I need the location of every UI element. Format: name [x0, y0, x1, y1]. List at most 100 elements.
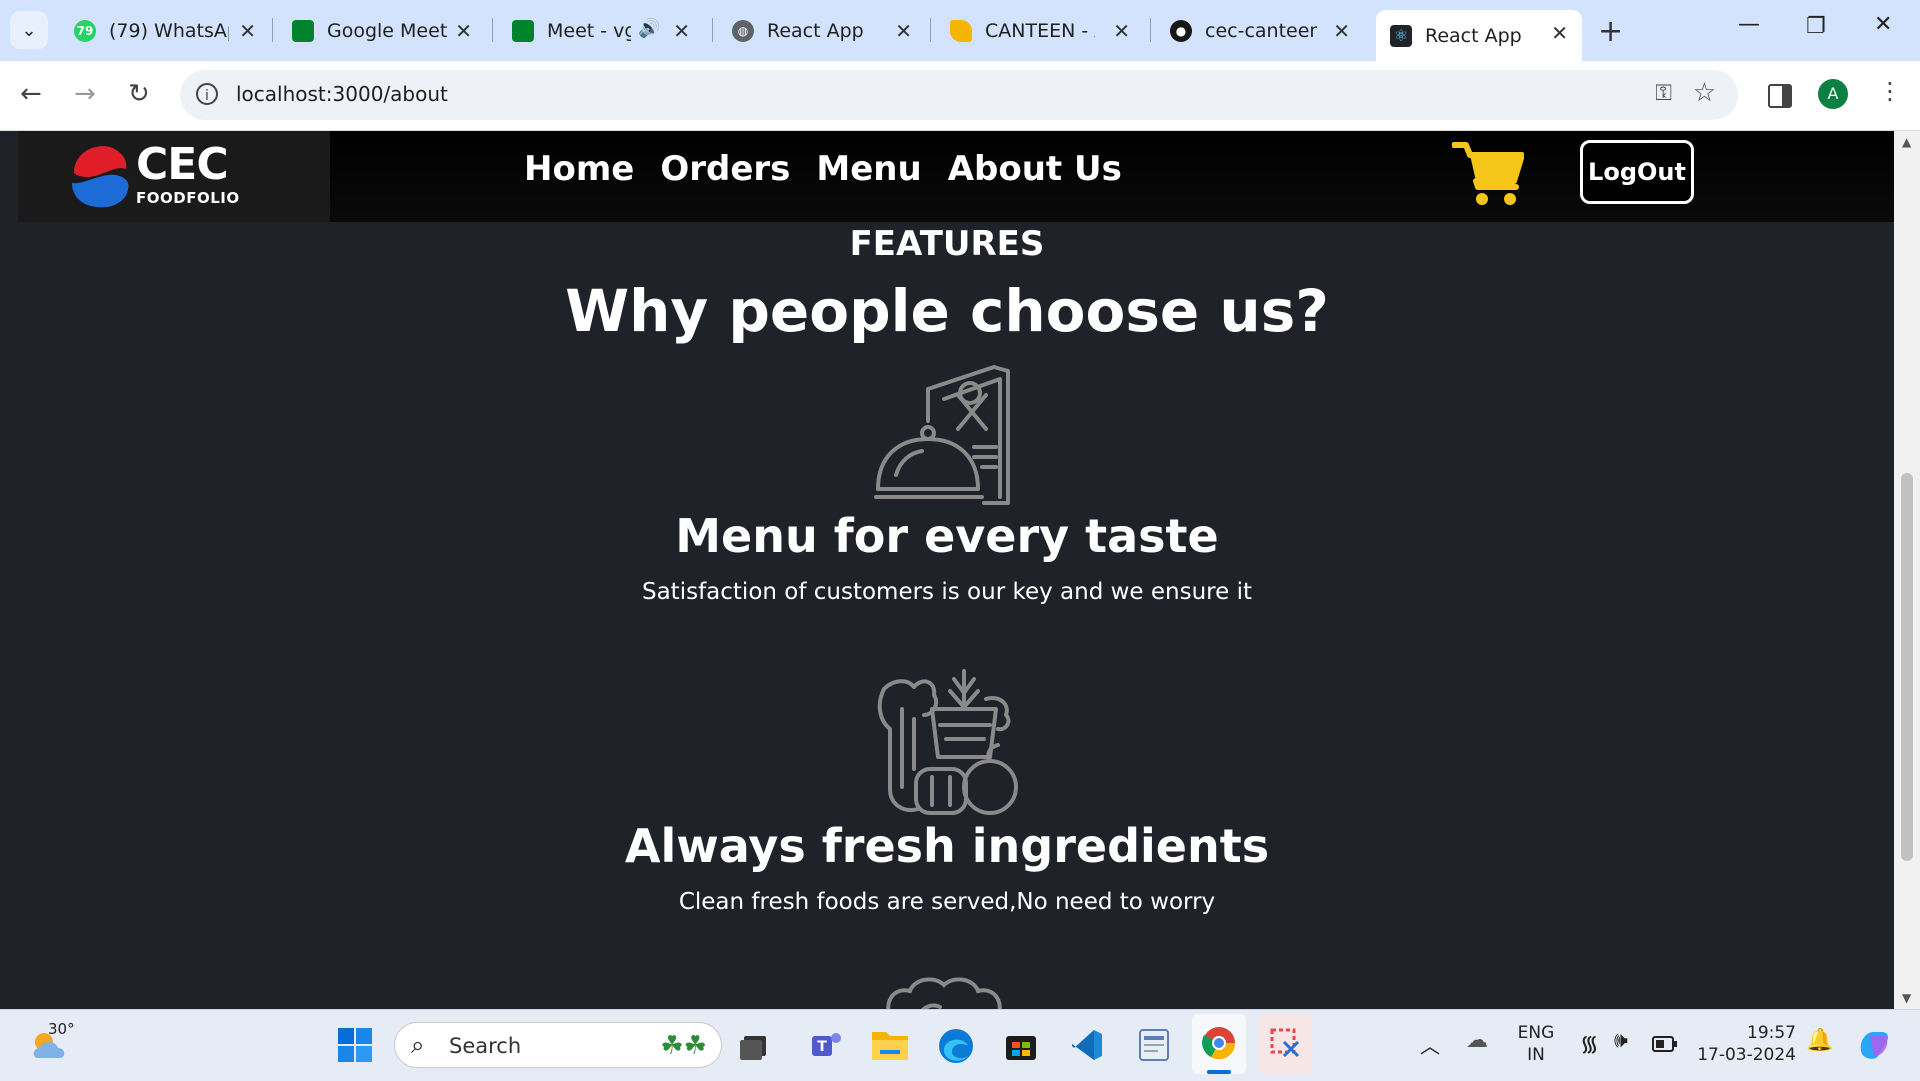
- scrollbar-thumb[interactable]: [1901, 473, 1913, 861]
- profile-avatar[interactable]: A: [1818, 79, 1848, 109]
- speaker-icon[interactable]: 🔊: [638, 18, 660, 39]
- url-text[interactable]: localhost:3000/about: [236, 82, 448, 106]
- nav-orders[interactable]: Orders: [660, 149, 790, 189]
- region-code: IN: [1527, 1045, 1545, 1065]
- tab-title: React App: [767, 19, 864, 42]
- logout-button[interactable]: LogOut: [1580, 140, 1694, 204]
- file-explorer-icon[interactable]: [872, 1028, 908, 1060]
- tab-react-app-active[interactable]: ⚛ React App ✕: [1376, 10, 1582, 61]
- more-menu-icon[interactable]: ⋮: [1878, 77, 1902, 105]
- side-panel-icon[interactable]: [1768, 84, 1792, 108]
- vscode-icon[interactable]: [1070, 1028, 1104, 1062]
- volume-icon[interactable]: 🕪: [1614, 1028, 1628, 1053]
- tab-meet-vg[interactable]: Meet - vg 🔊 ✕: [498, 8, 704, 53]
- nav-about-us[interactable]: About Us: [948, 149, 1122, 189]
- windows-start-icon[interactable]: [338, 1028, 372, 1062]
- tab-title: Google Meet: [327, 19, 447, 42]
- globe-icon: ◍: [732, 19, 754, 42]
- tab-search-button[interactable]: ⌄: [10, 11, 48, 49]
- app-navbar: CEC FOODFOLIO Home Orders Menu About Us …: [18, 131, 1894, 222]
- cart-icon[interactable]: [1452, 141, 1524, 207]
- document-app-icon[interactable]: [1138, 1028, 1170, 1062]
- clock[interactable]: 19:57 17-03-2024: [1696, 1022, 1796, 1066]
- close-icon[interactable]: ✕: [673, 19, 690, 43]
- minimize-icon[interactable]: —: [1738, 12, 1760, 37]
- page-heading: Why people choose us?: [565, 277, 1329, 345]
- search-icon: ⌕: [411, 1031, 425, 1059]
- reload-icon[interactable]: ↻: [128, 79, 150, 109]
- taskbar-search[interactable]: ⌕ Search ☘☘: [394, 1022, 722, 1068]
- weather-temperature: 30°: [48, 1020, 75, 1038]
- edge-icon[interactable]: [938, 1028, 974, 1064]
- battery-icon[interactable]: [1652, 1036, 1678, 1052]
- language-code: ENG: [1517, 1023, 1555, 1043]
- taskbar-search-label: Search: [449, 1034, 522, 1058]
- nav-home[interactable]: Home: [524, 149, 634, 189]
- vegetables-icon: [877, 669, 1018, 815]
- scroll-down-icon[interactable]: ▼: [1902, 991, 1911, 1005]
- feature-title: Menu for every taste: [675, 509, 1219, 563]
- page-viewport: CEC FOODFOLIO Home Orders Menu About Us …: [0, 131, 1894, 1009]
- snipping-tool-icon: [1270, 1028, 1300, 1058]
- task-view-icon[interactable]: [740, 1032, 770, 1060]
- tab-react-app-1[interactable]: ◍ React App ✕: [718, 8, 926, 53]
- google-meet-icon: [512, 19, 534, 42]
- feature-description: Satisfaction of customers is our key and…: [641, 579, 1252, 605]
- clock-time: 19:57: [1747, 1023, 1796, 1043]
- forward-icon[interactable]: →: [74, 79, 96, 109]
- tab-github[interactable]: ● cec-canteen/s ✕: [1156, 8, 1364, 53]
- copilot-icon[interactable]: [1856, 1026, 1892, 1062]
- logo-text: CEC: [136, 139, 229, 190]
- chevron-up-icon[interactable]: ︿: [1420, 1030, 1440, 1059]
- svg-text:T: T: [817, 1039, 827, 1055]
- close-icon[interactable]: ✕: [1113, 19, 1130, 43]
- nav-menu[interactable]: Menu: [816, 149, 921, 189]
- onedrive-icon[interactable]: ☁: [1466, 1028, 1488, 1053]
- teams-icon[interactable]: T: [810, 1028, 844, 1062]
- close-icon[interactable]: ✕: [1333, 19, 1350, 43]
- tab-title: Meet - vg: [547, 19, 631, 42]
- react-icon: ⚛: [1390, 24, 1412, 47]
- notification-bell-icon[interactable]: 🔔: [1806, 1028, 1833, 1053]
- logo-subtitle: FOODFOLIO: [136, 189, 240, 207]
- logo[interactable]: CEC FOODFOLIO: [18, 131, 330, 222]
- feature-title: Always fresh ingredients: [624, 819, 1270, 873]
- new-tab-icon[interactable]: +: [1598, 14, 1623, 49]
- wifi-icon[interactable]: ᯾: [1580, 1028, 1599, 1058]
- page-scrollbar[interactable]: ▲ ▼: [1894, 131, 1920, 1009]
- browser-tab-strip: ⌄ 79 (79) WhatsApp ✕ Google Meet ✕ Meet …: [0, 0, 1920, 61]
- tab-title: React App: [1425, 24, 1522, 47]
- tab-title: cec-canteen/s: [1205, 19, 1317, 42]
- tab-canteen[interactable]: CANTEEN - Au ✕: [936, 8, 1144, 53]
- tab-google-meet[interactable]: Google Meet ✕: [278, 8, 486, 53]
- browser-toolbar: ← → ↻ i localhost:3000/about ⚿ ☆ A ⋮: [0, 61, 1920, 131]
- language-indicator[interactable]: ENG IN: [1510, 1022, 1562, 1066]
- tab-whatsapp[interactable]: 79 (79) WhatsApp ✕: [60, 8, 270, 53]
- key-icon[interactable]: ⚿: [1655, 81, 1672, 106]
- restore-icon[interactable]: ❐: [1806, 14, 1826, 39]
- whatsapp-icon: 79: [74, 19, 96, 42]
- snipping-tool-taskbar-button[interactable]: [1258, 1014, 1312, 1074]
- chrome-taskbar-button[interactable]: [1192, 1014, 1246, 1074]
- close-icon[interactable]: ✕: [1551, 21, 1568, 45]
- microsoft-store-icon[interactable]: [1004, 1028, 1038, 1062]
- close-icon[interactable]: ✕: [895, 19, 912, 43]
- flame-icon: [950, 19, 972, 42]
- bookmark-star-icon[interactable]: ☆: [1693, 78, 1716, 108]
- back-icon[interactable]: ←: [20, 79, 42, 109]
- close-window-icon[interactable]: ✕: [1874, 12, 1892, 37]
- tab-title: CANTEEN - Au: [985, 19, 1095, 42]
- windows-taskbar: 30° ⌕ Search ☘☘ T ︿ ☁ ENG IN ᯾ 🕪 19:57 1…: [0, 1009, 1920, 1081]
- logo-icon: [72, 146, 129, 208]
- scroll-up-icon[interactable]: ▲: [1902, 135, 1911, 149]
- github-icon: ●: [1170, 19, 1192, 42]
- address-bar[interactable]: i localhost:3000/about ⚿ ☆: [180, 70, 1738, 120]
- main-nav: Home Orders Menu About Us: [524, 149, 1122, 189]
- chevron-down-icon: ⌄: [21, 19, 37, 41]
- close-icon[interactable]: ✕: [455, 19, 472, 43]
- close-icon[interactable]: ✕: [239, 19, 256, 43]
- chrome-icon: [1202, 1027, 1236, 1060]
- feature-description: Clean fresh foods are served,No need to …: [678, 889, 1216, 915]
- tab-title: (79) WhatsApp: [109, 19, 229, 42]
- site-info-icon[interactable]: i: [196, 83, 218, 105]
